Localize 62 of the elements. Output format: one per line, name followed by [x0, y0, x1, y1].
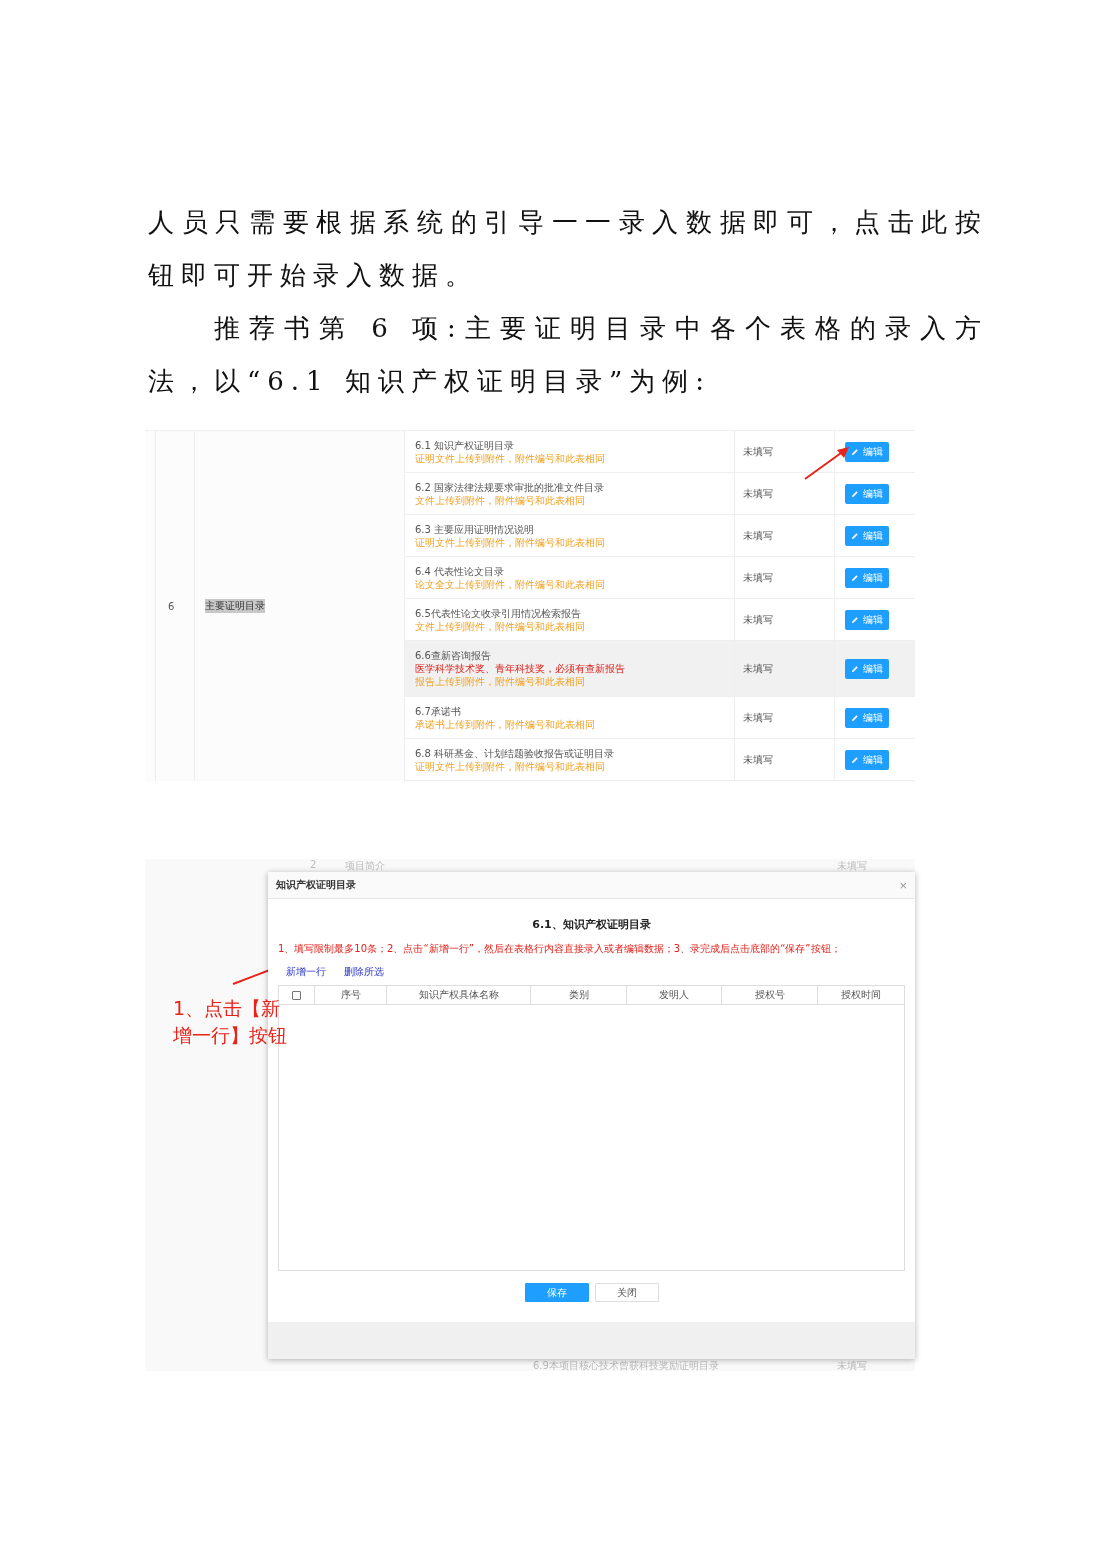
instructions-text: 1、填写限制最多10条；2、点击“新增一行”，然后在表格行内容直接录入或者编辑数据；3、录完成后点击底部的“保存”按钮；	[278, 942, 842, 955]
column-header: 序号	[315, 986, 387, 1004]
item-note: 承诺书上传到附件，附件编号和此表相同	[415, 717, 596, 731]
paragraph: 人员只需要根据系统的引导一一录入数据即可，点击此按钮即可开始录入数据。	[148, 206, 988, 292]
item-title: 6.1 知识产权证明目录	[415, 438, 516, 452]
pencil-icon	[851, 489, 859, 498]
edit-button[interactable]: 编辑	[845, 609, 889, 630]
column-header: 发明人	[627, 986, 722, 1004]
pencil-icon	[851, 531, 859, 540]
table-cell: 2	[310, 859, 317, 870]
column-header: 类别	[531, 986, 627, 1004]
item-title: 6.5代表性论文收录引用情况检索报告	[415, 606, 582, 620]
edit-button[interactable]: 编辑	[845, 525, 889, 546]
form-heading: 6.1、知识产权证明目录	[531, 917, 652, 932]
status-text: 未填写	[743, 444, 773, 459]
status-text: 未填写	[743, 752, 773, 767]
edit-button[interactable]: 编辑	[845, 567, 889, 588]
close-button[interactable]: ×	[899, 877, 907, 893]
edit-button[interactable]: 编辑	[845, 441, 889, 462]
column-header: 授权号	[722, 986, 818, 1004]
status-text: 未填写	[743, 710, 773, 725]
status-text: 未填写	[743, 661, 773, 676]
dialog-title: 知识产权证明目录	[276, 878, 356, 892]
item-note: 论文全文上传到附件，附件编号和此表相同	[415, 577, 606, 591]
edit-button[interactable]: 编辑	[845, 707, 889, 728]
column-header: 知识产权具体名称	[387, 986, 531, 1004]
item-note: 证明文件上传到附件，附件编号和此表相同	[415, 535, 606, 549]
pencil-icon	[851, 755, 859, 764]
item-note: 证明文件上传到附件，附件编号和此表相同	[415, 759, 606, 773]
pencil-icon	[851, 664, 859, 673]
status-text: 未填写	[743, 528, 773, 543]
status-text: 未填写	[743, 612, 773, 627]
pencil-icon	[851, 573, 859, 582]
item-title: 6.4 代表性论文目录	[415, 564, 506, 578]
pencil-icon	[851, 713, 859, 722]
toolbar-link[interactable]: 新增一行	[286, 965, 326, 979]
select-all-checkbox[interactable]	[292, 990, 301, 1000]
edit-button[interactable]: 编辑	[845, 749, 889, 770]
item-title: 6.2 国家法律法规要求审批的批准文件目录	[415, 480, 606, 494]
table-cell: 主要证明目录	[205, 599, 265, 613]
annotation-text: 1、点击【新增一行】按钮	[173, 996, 288, 1048]
item-note: 文件上传到附件，附件编号和此表相同	[415, 619, 586, 633]
pencil-icon	[851, 447, 859, 456]
item-title: 6.6查新咨询报告	[415, 649, 492, 662]
edit-button[interactable]: 编辑	[845, 658, 889, 679]
item-title: 6.7承诺书	[415, 704, 462, 718]
item-title: 6.8 科研基金、计划结题验收报告或证明目录	[415, 746, 616, 760]
toolbar-link[interactable]: 删除所选	[344, 965, 384, 979]
dialog-button[interactable]: 保存	[524, 1283, 589, 1302]
item-note: 报告上传到附件，附件编号和此表相同	[415, 675, 586, 688]
dialog-button[interactable]: 关闭	[594, 1283, 659, 1302]
item-note: 证明文件上传到附件，附件编号和此表相同	[415, 451, 606, 465]
item-note: 文件上传到附件，附件编号和此表相同	[415, 493, 586, 507]
pencil-icon	[851, 615, 859, 624]
edit-button[interactable]: 编辑	[845, 483, 889, 504]
paragraph: 推荐书第 6 项:主要证明目录中各个表格的录入方法，以“6.1 知识产权证明目录”为例:	[148, 312, 988, 398]
item-title: 6.3 主要应用证明情况说明	[415, 522, 536, 536]
table-cell: 6	[155, 431, 195, 781]
column-header: 授权时间	[840, 988, 882, 1002]
status-text: 未填写	[743, 486, 773, 501]
item-note: 医学科学技术奖、青年科技奖，必须有查新报告	[415, 662, 626, 675]
status-text: 未填写	[743, 570, 773, 585]
